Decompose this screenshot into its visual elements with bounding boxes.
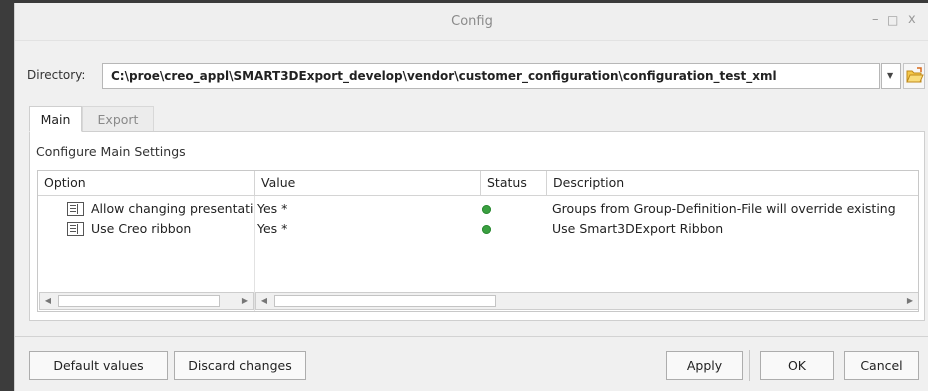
status-ok-icon: [482, 205, 491, 214]
list-setting-icon: [67, 222, 84, 236]
background-strip: [0, 0, 14, 391]
ok-button[interactable]: OK: [760, 351, 834, 380]
column-header-description[interactable]: Description: [547, 171, 918, 196]
directory-label: Directory:: [27, 68, 86, 82]
chevron-down-icon: ▼: [887, 71, 894, 80]
column-header-status[interactable]: Status: [481, 171, 547, 196]
close-icon[interactable]: x: [908, 13, 916, 27]
row-option-label: Use Creo ribbon: [91, 221, 192, 236]
directory-value: C:\proe\creo_appl\SMART3DExport_develop\…: [111, 69, 777, 83]
row-value[interactable]: Yes *: [257, 199, 477, 219]
directory-combobox[interactable]: C:\proe\creo_appl\SMART3DExport_develop\…: [102, 63, 880, 89]
tab-export[interactable]: Export: [82, 106, 154, 132]
default-values-button[interactable]: Default values: [29, 351, 168, 380]
button-separator: [749, 350, 750, 381]
tab-main[interactable]: Main: [29, 106, 82, 132]
discard-changes-button[interactable]: Discard changes: [174, 351, 306, 380]
window-title: Config: [451, 14, 493, 29]
directory-dropdown-button[interactable]: ▼: [881, 63, 901, 89]
status-ok-icon: [482, 225, 491, 234]
open-folder-icon: [906, 67, 924, 83]
browse-folder-button[interactable]: [903, 63, 925, 89]
scroll-right-icon[interactable]: ▶: [237, 293, 253, 309]
cancel-button[interactable]: Cancel: [844, 351, 919, 380]
apply-button[interactable]: Apply: [666, 351, 743, 380]
minimize-icon[interactable]: –: [872, 13, 879, 27]
scrollbar-thumb[interactable]: [58, 295, 220, 307]
settings-table: Option Value Status Description Allow ch…: [37, 170, 919, 312]
footer-divider: [15, 336, 928, 337]
scroll-right-icon[interactable]: ▶: [902, 293, 918, 309]
row-description: Groups from Group-Definition-File will o…: [552, 201, 896, 216]
scroll-left-icon[interactable]: ◀: [256, 293, 272, 309]
main-settings-panel: Configure Main Settings Option Value Sta…: [29, 131, 925, 321]
row-value[interactable]: Yes *: [257, 219, 477, 239]
column-header-option[interactable]: Option: [38, 171, 255, 196]
scroll-left-icon[interactable]: ◀: [40, 293, 56, 309]
config-dialog: Config – □ x Directory: C:\proe\creo_app…: [14, 3, 928, 391]
table-horizontal-scrollbar[interactable]: ◀ ▶: [255, 292, 918, 310]
column-header-value[interactable]: Value: [255, 171, 481, 196]
title-bar[interactable]: Config – □ x: [15, 3, 928, 41]
option-column-scrollbar[interactable]: ◀ ▶: [39, 292, 254, 310]
row-option-label: Allow changing presentation: [91, 201, 254, 216]
list-setting-icon: [67, 202, 84, 216]
maximize-icon[interactable]: □: [887, 13, 898, 27]
scrollbar-thumb[interactable]: [274, 295, 496, 307]
row-description: Use Smart3DExport Ribbon: [552, 221, 724, 236]
panel-title: Configure Main Settings: [36, 144, 186, 159]
